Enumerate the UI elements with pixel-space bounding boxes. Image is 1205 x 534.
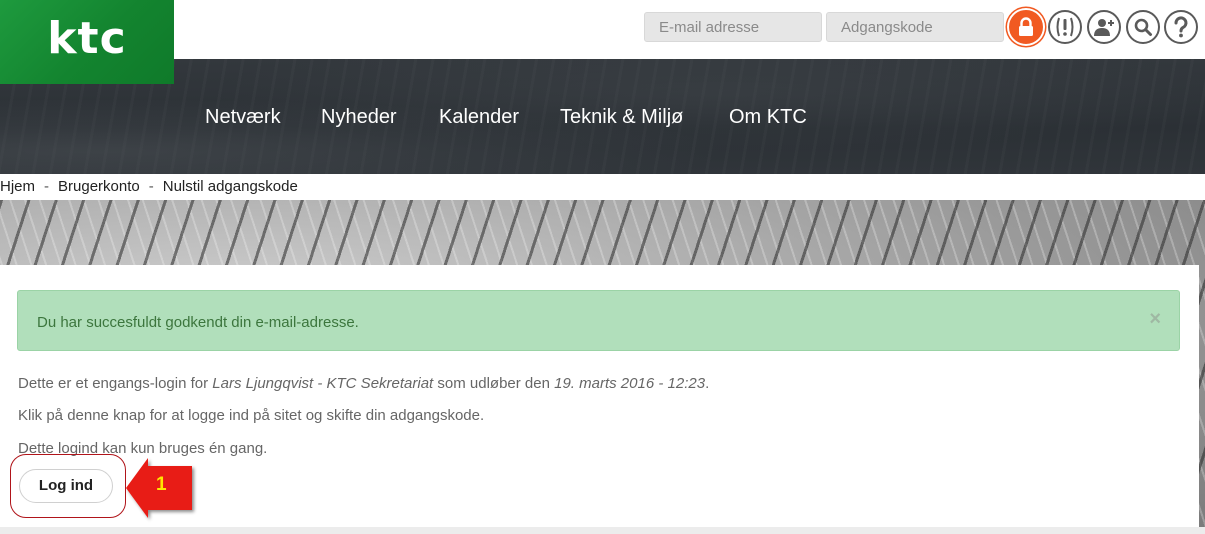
nav-item-nyheder[interactable]: Nyheder <box>321 106 397 129</box>
main-navigation: Netværk Nyheder Kalender Teknik & Miljø … <box>0 59 1205 174</box>
success-alert: Du har succesfuldt godkendt din e-mail-a… <box>17 290 1180 351</box>
lock-icon[interactable] <box>1009 10 1043 44</box>
search-icon[interactable] <box>1126 10 1160 44</box>
help-icon[interactable] <box>1164 10 1198 44</box>
nav-item-netvaerk[interactable]: Netværk <box>205 106 281 129</box>
alert-message: Du har succesfuldt godkendt din e-mail-a… <box>37 314 359 331</box>
annotation-step-number: 1 <box>156 474 167 495</box>
top-bar <box>0 0 1205 59</box>
email-input[interactable] <box>644 12 822 42</box>
breadcrumb-item-current: Nulstil adgangskode <box>162 178 298 195</box>
breadcrumb-separator: - <box>148 178 154 195</box>
nav-item-kalender[interactable]: Kalender <box>439 106 519 129</box>
password-input[interactable] <box>826 12 1004 42</box>
nav-item-teknik-miljo[interactable]: Teknik & Miljø <box>560 106 683 129</box>
one-time-login-info: Dette er et engangs-login for Lars Ljung… <box>18 375 709 392</box>
close-icon[interactable]: × <box>1149 309 1161 329</box>
info-suffix: . <box>705 375 710 392</box>
breadcrumb: Hjem - Brugerkonto - Nulstil adgangskode <box>0 174 1205 200</box>
user-name: Lars Ljungqvist - KTC Sekretariat <box>212 375 434 392</box>
expiry-date: 19. marts 2016 - 12:23 <box>554 375 706 392</box>
ktc-logo[interactable]: ktc <box>0 0 174 84</box>
breadcrumb-item-brugerkonto[interactable]: Brugerkonto <box>58 178 140 195</box>
page-bottom-strip <box>0 527 1205 534</box>
info-middle: som udløber den <box>433 375 555 392</box>
alert-icon[interactable] <box>1048 10 1082 44</box>
nav-item-om-ktc[interactable]: Om KTC <box>729 106 807 129</box>
logo-text: ktc <box>47 12 127 64</box>
breadcrumb-item-hjem[interactable]: Hjem <box>0 178 35 195</box>
add-user-icon[interactable] <box>1087 10 1121 44</box>
highlight-ring <box>10 454 126 518</box>
instruction-text: Klik på denne knap for at logge ind på s… <box>18 407 485 424</box>
info-prefix: Dette er et engangs-login for <box>18 375 213 392</box>
breadcrumb-separator: - <box>44 178 50 195</box>
